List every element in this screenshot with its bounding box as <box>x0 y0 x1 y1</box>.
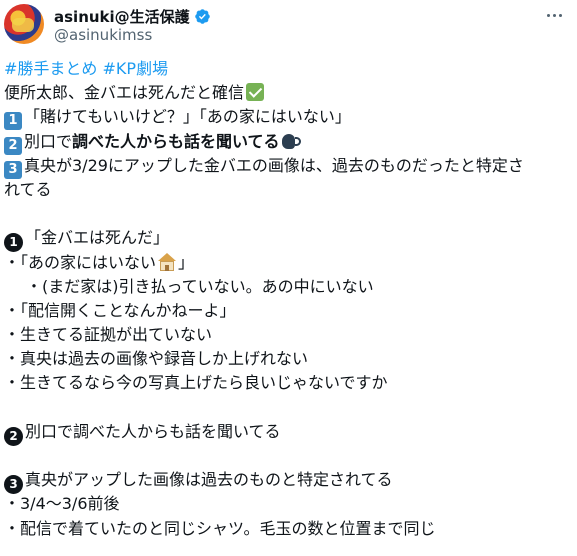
point-text-bold: 調べた人からも話を聞いてる <box>72 131 280 151</box>
section-title: 真央がアップした画像は過去のものと特定されてる <box>25 470 393 490</box>
list-item: ・真央は過去の画像や録音しか上げれない <box>4 347 574 371</box>
circled-one-icon: 1 <box>4 233 23 253</box>
keycap-two-icon: 2 <box>4 136 22 155</box>
hashtag-link[interactable]: #勝手まとめ <box>4 59 97 78</box>
point-line: 3 真央が3/29にアップした金バエの画像は、過去のものだったと特定さ <box>4 154 574 179</box>
list-item: ・生きてる証拠が出ていない <box>4 323 574 347</box>
list-item-text: ・生きてるなら今の写真上げたら良いじゃないですか <box>4 373 388 393</box>
list-item-text: ・「あの家にはいない <box>4 252 157 272</box>
keycap-three-icon: 3 <box>4 160 22 179</box>
more-dots-icon[interactable] <box>543 6 565 24</box>
author-name-row: asinuki@生活保護 <box>54 6 211 27</box>
house-icon <box>158 252 177 271</box>
list-item: ・3/4～3/6前後 <box>4 492 574 516</box>
list-item-text: ・3/4～3/6前後 <box>4 494 120 514</box>
list-item-text: ・生きてる証拠が出ていない <box>4 325 213 345</box>
section-heading: 2 別口で調べた人からも話を聞いてる <box>4 420 574 446</box>
verified-badge-icon <box>194 9 210 24</box>
point-line: 1 「賭けてもいいけど？」「あの家にはいない」 <box>4 105 574 131</box>
intro-line: 便所太郎、金バエは死んだと確信 <box>4 81 574 105</box>
speaking-head-icon <box>281 132 301 150</box>
point-line: 2 別口で調べた人からも話を聞いてる <box>4 130 574 155</box>
hashtag-link[interactable]: #KP劇場 <box>103 59 169 78</box>
intro-text: 便所太郎、金バエは死んだと確信 <box>4 83 245 103</box>
tweet-text: #勝手まとめ #KP劇場 便所太郎、金バエは死んだと確信 1 「賭けてもいいけど？… <box>4 57 574 541</box>
avatar[interactable] <box>4 4 44 44</box>
list-item-text: ・(まだ家は)引き払っていない。あの中にいない <box>26 276 374 296</box>
list-item: ・(まだ家は)引き払っていない。あの中にいない <box>4 275 574 299</box>
keycap-one-icon: 1 <box>4 112 22 131</box>
section-title: 「金バエは死んだ」 <box>25 228 170 248</box>
list-item: ・「あの家にはいない 」 <box>4 251 574 275</box>
check-mark-icon <box>246 83 265 102</box>
author-display-name[interactable]: asinuki@生活保護 <box>54 6 190 27</box>
point-line-continued: れてる <box>4 178 574 202</box>
tweet-card: asinuki@生活保護 @asinukimss #勝手まとめ #KP劇場 便所… <box>0 0 577 556</box>
point-text: 別口で <box>24 131 73 151</box>
tweet-header: asinuki@生活保護 @asinukimss <box>4 4 577 48</box>
section-heading: 3 真央がアップした画像は過去のものと特定されてる <box>4 468 574 495</box>
point-text: れてる <box>4 179 52 199</box>
section-title: 別口で調べた人からも話を聞いてる <box>25 421 281 441</box>
list-item-text: ・「配信開くことなんかねーよ」 <box>4 300 236 320</box>
author-handle[interactable]: @asinukimss <box>54 26 152 44</box>
list-item-text: ・配信で着ていたのと同じシャツ。毛玉の数と位置まで同じ <box>4 518 436 538</box>
list-item-text: 」 <box>178 252 195 272</box>
circled-two-icon: 2 <box>4 426 23 446</box>
circled-three-icon: 3 <box>4 475 23 495</box>
point-text: 真央が3/29にアップした金バエの画像は、過去のものだったと特定さ <box>24 155 524 175</box>
list-item-text: ・真央は過去の画像や録音しか上げれない <box>4 349 309 369</box>
point-text: 「賭けてもいいけど？」「あの家にはいない」 <box>24 107 351 127</box>
section-heading: 1 「金バエは死んだ」 <box>4 226 574 253</box>
hashtag-line: #勝手まとめ #KP劇場 <box>4 57 574 81</box>
list-item: ・配信で着ていたのと同じシャツ。毛玉の数と位置まで同じ <box>4 517 574 541</box>
list-item: ・生きてるなら今の写真上げたら良いじゃないですか <box>4 371 574 395</box>
list-item: ・「配信開くことなんかねーよ」 <box>4 299 574 323</box>
